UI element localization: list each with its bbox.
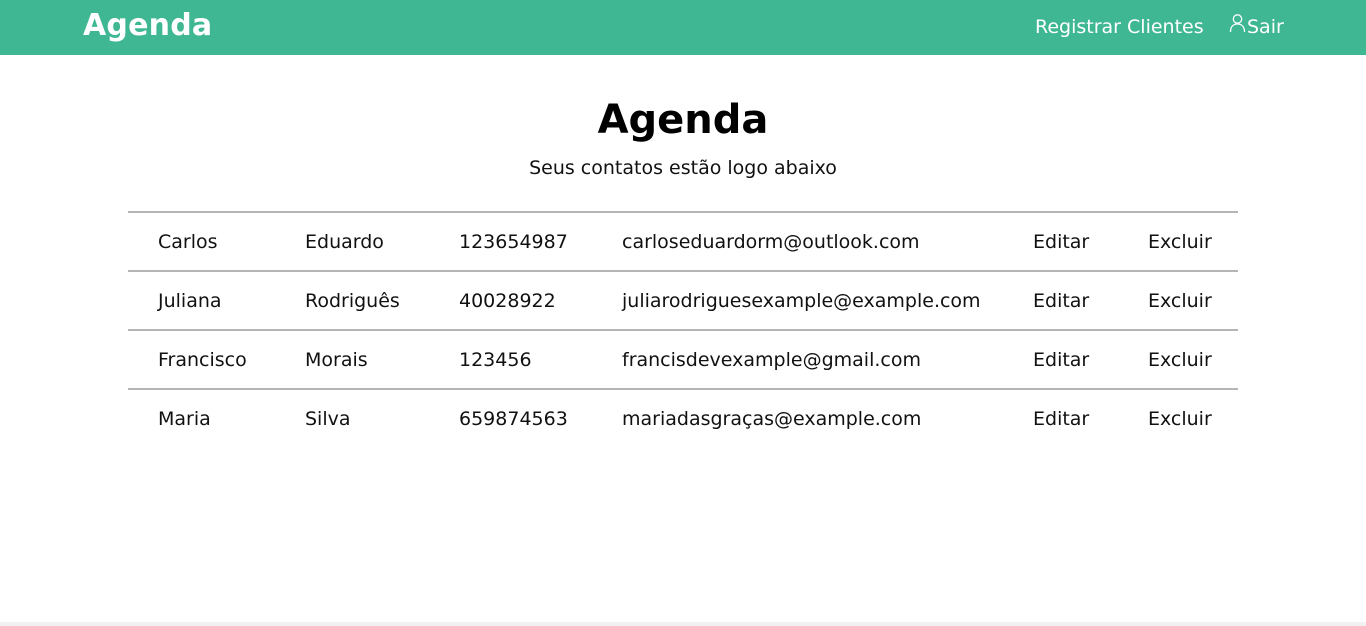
contact-first-name: Maria [158, 408, 211, 430]
delete-contact-button[interactable]: Excluir [1148, 290, 1212, 312]
contact-last-name: Eduardo [305, 230, 384, 253]
page-bottom-divider [0, 622, 1366, 626]
contacts-table: Carlos Eduardo 123654987 carloseduardorm… [128, 211, 1238, 448]
top-navbar: Agenda Registrar Clientes Sair [0, 0, 1366, 55]
contact-email: juliarodriguesexample@example.com [622, 289, 981, 312]
logout-label: Sair [1247, 16, 1284, 38]
logout-link[interactable]: Sair [1229, 14, 1284, 40]
contact-last-name: Silva [305, 408, 351, 430]
contact-first-name: Francisco [158, 348, 247, 371]
contact-email: carloseduardorm@outlook.com [622, 230, 920, 253]
contact-first-name: Carlos [158, 230, 218, 253]
user-icon [1229, 14, 1246, 33]
table-row: Juliana Rodriguês 40028922 juliarodrigue… [128, 271, 1238, 330]
contact-phone: 40028922 [459, 289, 556, 312]
contact-last-name: Rodriguês [305, 289, 400, 312]
table-row: Maria Silva 659874563 mariadasgraças@exa… [128, 389, 1238, 448]
page-title: Agenda [597, 97, 769, 143]
contact-email: mariadasgraças@example.com [622, 408, 922, 430]
contact-phone: 123456 [459, 348, 532, 371]
delete-contact-button[interactable]: Excluir [1148, 349, 1212, 371]
brand-logo-link[interactable]: Agenda [83, 8, 212, 44]
contact-email: francisdevexample@gmail.com [622, 348, 921, 371]
delete-contact-button[interactable]: Excluir [1148, 408, 1212, 430]
register-clients-link[interactable]: Registrar Clientes [1035, 14, 1204, 40]
contact-phone: 123654987 [459, 230, 568, 253]
table-row: Francisco Morais 123456 francisdevexampl… [128, 330, 1238, 389]
edit-contact-button[interactable]: Editar [1033, 290, 1089, 312]
table-row: Carlos Eduardo 123654987 carloseduardorm… [128, 212, 1238, 271]
delete-contact-button[interactable]: Excluir [1148, 231, 1212, 253]
edit-contact-button[interactable]: Editar [1033, 349, 1089, 371]
contact-phone: 659874563 [459, 408, 568, 430]
edit-contact-button[interactable]: Editar [1033, 408, 1089, 430]
edit-contact-button[interactable]: Editar [1033, 231, 1089, 253]
contact-last-name: Morais [305, 348, 368, 371]
contact-first-name: Juliana [158, 289, 222, 312]
page-subtitle: Seus contatos estão logo abaixo [529, 157, 837, 179]
